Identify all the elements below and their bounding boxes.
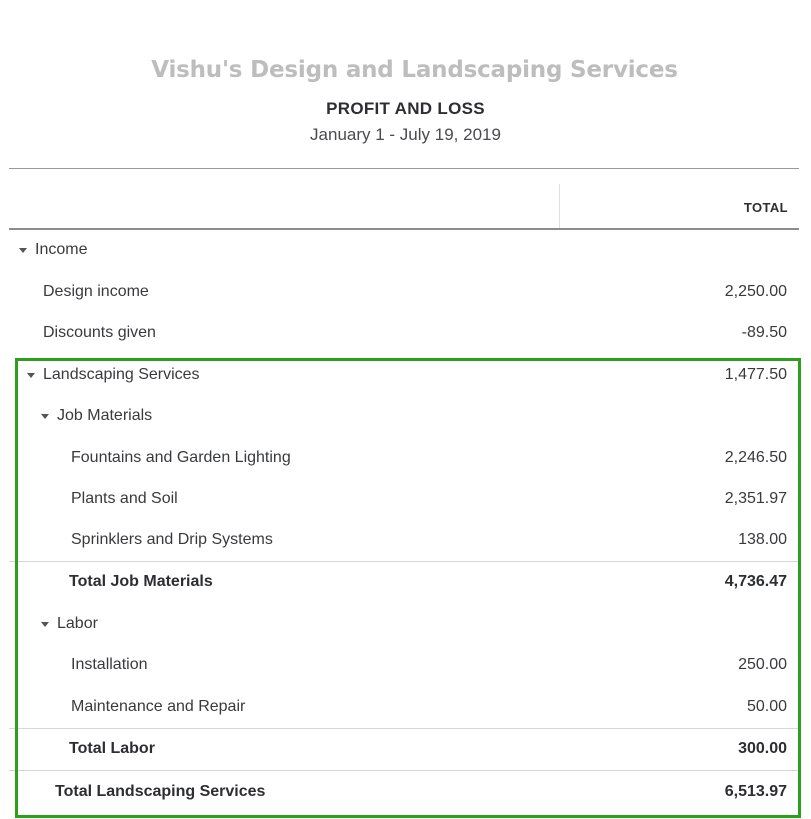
report-date-range: January 1 - July 19, 2019 xyxy=(310,125,501,144)
header-top-rule xyxy=(9,168,799,169)
column-header-total[interactable]: TOTAL xyxy=(744,200,788,215)
row-label: Design income xyxy=(43,283,149,300)
row-amount[interactable]: 2,250.00 xyxy=(725,280,787,304)
highlight-box xyxy=(15,358,801,818)
header-bottom-rule xyxy=(9,228,799,230)
row-income[interactable]: Income xyxy=(9,238,799,262)
row-label: Discounts given xyxy=(43,324,156,341)
row-label: Income xyxy=(35,241,88,258)
company-name: Vishu's Design and Landscaping Services xyxy=(151,57,678,83)
caret-down-icon[interactable] xyxy=(19,248,27,253)
row-discounts-given[interactable]: Discounts given -89.50 xyxy=(9,321,799,345)
row-design-income[interactable]: Design income 2,250.00 xyxy=(9,280,799,304)
row-amount[interactable]: -89.50 xyxy=(742,321,787,345)
report-title: PROFIT AND LOSS xyxy=(326,99,485,118)
column-divider xyxy=(559,184,560,228)
